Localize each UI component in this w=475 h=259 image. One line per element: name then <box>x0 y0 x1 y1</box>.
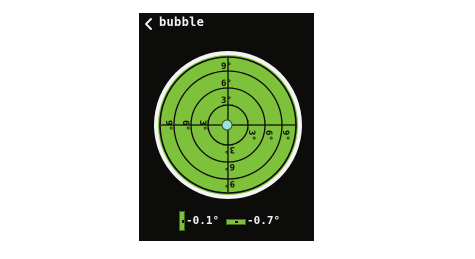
app-header: bubble <box>139 13 314 35</box>
scale-label-bottom-6: 6° <box>224 161 235 171</box>
horizontal-readout: -0.7° <box>226 211 296 231</box>
scale-label-left-3: 3° <box>197 120 207 131</box>
angle-readouts: -0.1° -0.7° <box>139 209 314 233</box>
chevron-left-icon[interactable] <box>143 16 155 30</box>
horizontal-bar-icon <box>226 219 246 225</box>
scale-label-top-6: 6° <box>221 79 232 89</box>
vertical-bar-icon <box>179 211 185 231</box>
scale-label-top-3: 3° <box>221 96 232 106</box>
device-screen: bubble 9° 6° 3° 3° 6° 9° 9° 6° 3° 3° 6° … <box>139 13 314 241</box>
scale-label-left-9: 9° <box>163 120 173 131</box>
scale-label-bottom-3: 3° <box>224 144 235 154</box>
scale-label-left-6: 6° <box>180 120 190 131</box>
bubble <box>221 119 233 131</box>
bubble-level-dial: 9° 6° 3° 3° 6° 9° 9° 6° 3° 3° 6° 9° <box>154 51 302 199</box>
horizontal-angle-value: -0.7° <box>247 214 281 227</box>
vertical-angle-value: -0.1° <box>186 214 220 227</box>
scale-label-top-9: 9° <box>221 62 232 72</box>
scale-label-bottom-9: 9° <box>224 178 235 188</box>
page-title: bubble <box>159 15 205 29</box>
scale-label-right-9: 9° <box>280 130 290 141</box>
scale-label-right-6: 6° <box>263 130 273 141</box>
scale-label-right-3: 3° <box>246 130 256 141</box>
